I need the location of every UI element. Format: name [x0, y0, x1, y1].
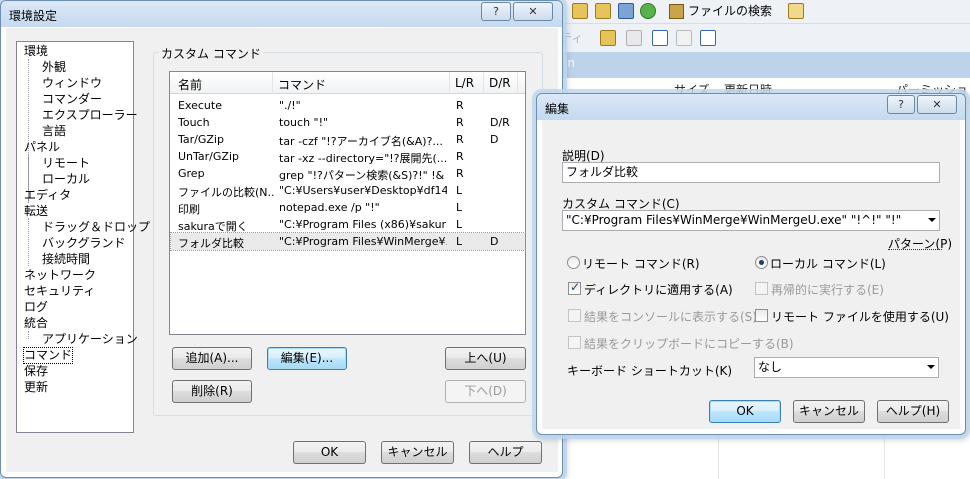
move-up-button[interactable]: 上へ(U) — [445, 347, 526, 370]
preferences-titlebar: 環境設定 ? ✕ — [1, 1, 562, 27]
refresh-icon[interactable] — [640, 3, 656, 19]
tree-item[interactable]: 環境 — [24, 44, 48, 59]
header-dr[interactable]: D/R — [489, 76, 511, 90]
custom-command-value: "C:¥Program Files¥WinMerge¥WinMergeU.exe… — [566, 213, 902, 227]
edit-close-title-button[interactable]: ✕ — [917, 95, 957, 114]
commands-list[interactable]: 名前 コマンド L/R D/R Execute "./!" R Touch to… — [169, 71, 526, 335]
tree-item[interactable]: 保存 — [24, 364, 48, 379]
settings-tree[interactable]: 環境 外観 ウィンドウ コマンダー エクスプローラー 言語 パネル リモート ロ… — [16, 41, 150, 433]
chevron-down-icon[interactable] — [928, 218, 936, 222]
header-name[interactable]: 名前 — [178, 76, 202, 93]
edit-button[interactable]: 編集(E)... — [267, 347, 347, 370]
tree-item-command-selected[interactable]: コマンド — [22, 347, 74, 364]
edit-cancel-button[interactable]: キャンセル — [793, 400, 865, 423]
collapse-icon[interactable] — [676, 30, 692, 46]
edit-help-title-button[interactable]: ? — [887, 95, 915, 114]
command-row[interactable]: Execute "./!" R — [171, 97, 525, 114]
show-console-label[interactable]: 結果をコンソールに表示する(S) — [584, 308, 757, 325]
edit-dialog: 編集 ? ✕ 説明(D) フォルダ比較 カスタム コマンド(C) "C:¥Pro… — [536, 93, 966, 435]
preferences-dialog: 環境設定 ? ✕ 環境 外観 ウィンドウ コマンダー エクスプローラー 言語 パ… — [0, 0, 563, 478]
tree-item[interactable]: エクスプローラー — [42, 108, 138, 123]
tree-item[interactable]: 更新 — [24, 380, 48, 395]
description-input[interactable]: フォルダ比較 — [562, 162, 940, 183]
folder-root-icon[interactable] — [595, 3, 611, 19]
tree-item[interactable]: パネル — [24, 140, 60, 155]
path-bar[interactable]: in — [560, 52, 970, 78]
folder-up-icon[interactable] — [572, 3, 588, 19]
delete-button[interactable]: 削除(R) — [172, 380, 252, 403]
use-remote-files-checkbox[interactable] — [755, 309, 768, 322]
edit-titlebar: 編集 ? ✕ — [537, 94, 965, 120]
file-search-button[interactable]: ファイルの検索 — [666, 1, 776, 22]
custom-command-combo[interactable]: "C:¥Program Files¥WinMerge¥WinMergeU.exe… — [562, 210, 940, 231]
tree-item[interactable]: ウィンドウ — [42, 76, 102, 91]
tree-item[interactable]: ドラッグ＆ドロップ — [42, 220, 150, 235]
tree-item[interactable]: 転送 — [24, 204, 48, 219]
tree-item[interactable]: 言語 — [42, 124, 66, 139]
command-row[interactable]: Touch touch "!" R D/R — [171, 114, 525, 131]
local-command-radio[interactable] — [755, 256, 768, 269]
shortcut-label: キーボード ショートカット(K) — [567, 364, 733, 378]
list-header: 名前 コマンド L/R D/R — [170, 72, 525, 94]
bg-toolbar2: ティ — [560, 24, 970, 52]
new-folder-icon[interactable] — [600, 30, 616, 46]
tree-item[interactable]: バックグランド — [42, 236, 126, 251]
tree-item[interactable]: ネットワーク — [24, 268, 96, 283]
command-row[interactable]: 印刷 notepad.exe /p "!" L — [171, 199, 525, 216]
copy-clipboard-checkbox[interactable] — [568, 336, 581, 349]
header-lr[interactable]: L/R — [455, 76, 474, 90]
binoculars-icon — [669, 4, 684, 19]
command-row[interactable]: UnTar/GZip tar -xz --directory="!?展開先(..… — [171, 148, 525, 165]
add-button[interactable]: 追加(A)... — [172, 347, 252, 370]
edit-dialog-title: 編集 — [545, 102, 570, 116]
copy-clipboard-label[interactable]: 結果をクリップボードにコピーする(B) — [584, 335, 794, 352]
tree-item[interactable]: ローカル — [42, 172, 90, 187]
tree-item[interactable]: エディタ — [24, 188, 71, 203]
tree-item[interactable]: 外観 — [42, 60, 66, 75]
edit-help-button[interactable]: ヘルプ(H) — [877, 400, 949, 423]
tree-item[interactable]: リモート — [42, 156, 90, 171]
local-command-label[interactable]: ローカル コマンド(L) — [770, 255, 886, 272]
command-row-selected[interactable]: フォルダ比較 "C:¥Program Files¥WinMerge¥... L … — [170, 232, 526, 251]
tree-item[interactable]: セキュリティ — [24, 284, 95, 299]
home-icon[interactable] — [618, 3, 634, 19]
apply-directories-label[interactable]: ディレクトリに適用する(A) — [584, 281, 733, 298]
close-title-button[interactable]: ✕ — [513, 2, 553, 21]
command-row[interactable]: Tar/GZip tar -czf "!?アーカイブ名(&A)?... R D — [171, 131, 525, 148]
tree-item[interactable]: 接続時間 — [42, 252, 90, 267]
edit-ok-button[interactable]: OK — [709, 400, 781, 423]
tree-item[interactable]: アプリケーション — [42, 332, 138, 347]
new-file-icon[interactable] — [626, 30, 642, 46]
shortcut-combo[interactable]: なし — [754, 357, 939, 378]
use-remote-files-label[interactable]: リモート ファイルを使用する(U) — [771, 308, 949, 325]
cancel-button[interactable]: キャンセル — [381, 441, 454, 464]
ok-button[interactable]: OK — [293, 441, 366, 464]
properties-label[interactable]: ティ — [560, 29, 583, 46]
command-row[interactable]: Grep grep "!?パターン検索(&S)?!" !& R — [171, 165, 525, 182]
remote-command-radio[interactable] — [567, 256, 580, 269]
tree-item[interactable]: コマンダー — [42, 92, 102, 107]
move-down-button[interactable]: 下へ(D) — [445, 380, 526, 403]
shortcut-value: なし — [758, 360, 783, 374]
group-title: カスタム コマンド — [159, 45, 263, 62]
command-row[interactable]: ファイルの比較(N... "C:¥Users¥user¥Desktop¥df14… — [171, 182, 525, 199]
recursive-label[interactable]: 再帰的に実行する(E) — [771, 281, 884, 298]
chevron-down-icon[interactable] — [927, 365, 935, 369]
apply-directories-checkbox[interactable] — [568, 280, 581, 295]
header-command[interactable]: コマンド — [278, 76, 326, 93]
command-row[interactable]: sakuraで開く "C:¥Program Files (x86)¥sakura… — [171, 216, 525, 233]
tree-item[interactable]: ログ — [24, 300, 48, 315]
dialog-title: 環境設定 — [9, 9, 58, 23]
help-title-button[interactable]: ? — [481, 2, 511, 21]
recursive-checkbox[interactable] — [755, 282, 768, 295]
bg-toolbar: ファイルの検索 — [560, 0, 970, 24]
remote-command-label[interactable]: リモート コマンド(R) — [582, 255, 700, 272]
expand-icon[interactable] — [652, 30, 668, 46]
filter-icon[interactable] — [700, 30, 716, 46]
tree-icon[interactable] — [788, 3, 804, 19]
show-console-checkbox[interactable] — [568, 309, 581, 322]
tree-item[interactable]: 統合 — [24, 316, 48, 331]
help-button[interactable]: ヘルプ — [469, 441, 542, 464]
